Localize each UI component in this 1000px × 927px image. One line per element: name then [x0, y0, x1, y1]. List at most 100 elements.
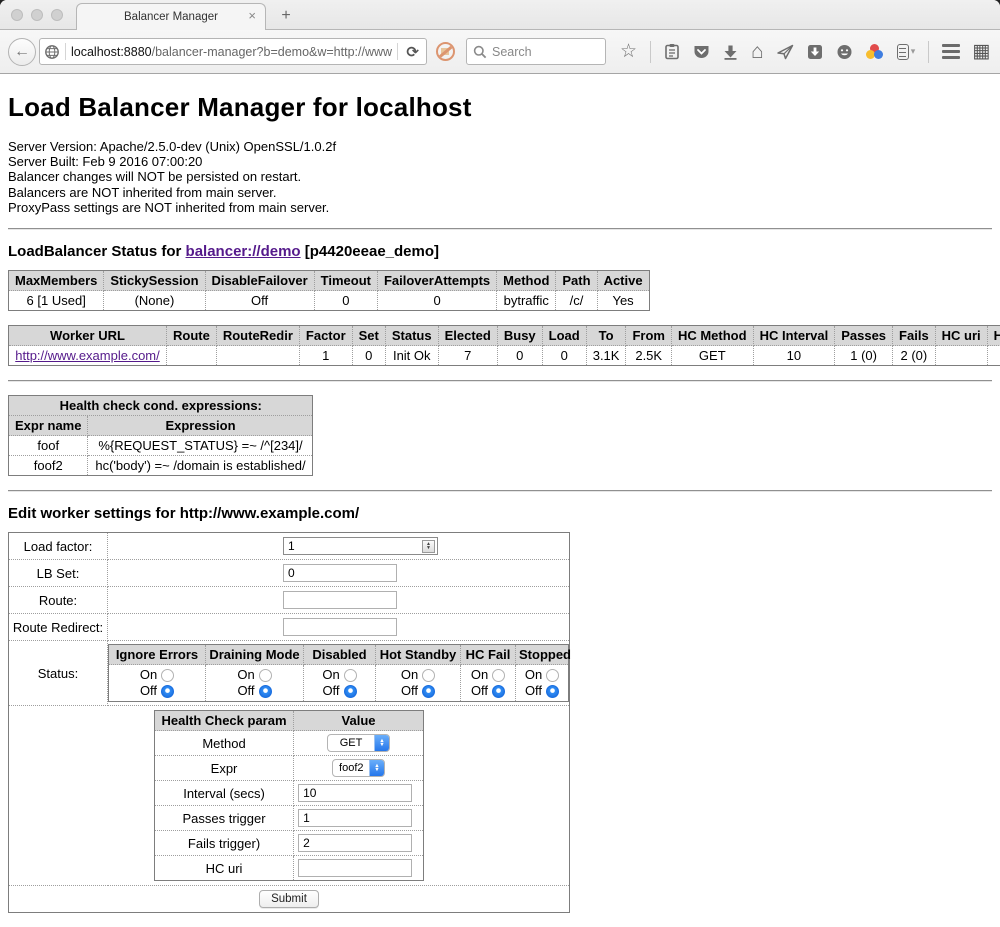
cell-timeout: 0	[314, 291, 377, 311]
lb-set-input[interactable]	[283, 564, 397, 582]
fails-input[interactable]	[298, 834, 412, 852]
cell-hc-uri	[935, 346, 987, 366]
ignore-errors-on-radio[interactable]	[161, 669, 174, 682]
site-identity-globe-icon[interactable]	[44, 44, 60, 60]
extension-download-icon[interactable]	[807, 44, 823, 60]
apps-grid-icon[interactable]: ▦	[972, 40, 990, 63]
browser-window: Balancer Manager × + ← localhost:8880/ba…	[0, 0, 1000, 927]
page-title: Load Balancer Manager for localhost	[8, 92, 992, 123]
balancer-demo-link[interactable]: balancer://demo	[186, 243, 301, 260]
draining-mode-on-radio[interactable]	[259, 669, 272, 682]
col-stickysession: StickySession	[104, 271, 205, 291]
tab-close-icon[interactable]: ×	[248, 9, 256, 22]
reload-icon[interactable]: ⟳	[403, 43, 422, 61]
window-controls[interactable]	[11, 9, 63, 21]
passes-input[interactable]	[298, 809, 412, 827]
off-label: Off	[471, 683, 488, 699]
chat-smiley-icon[interactable]	[836, 44, 853, 60]
status-label: Status:	[9, 641, 108, 706]
minimize-window-button[interactable]	[31, 9, 43, 21]
color-dots-extension-icon[interactable]	[866, 44, 884, 60]
hc-row-interval: Interval (secs)	[155, 781, 424, 806]
heading-suffix: [p4420eeae_demo]	[301, 243, 439, 260]
send-plane-icon[interactable]	[777, 44, 794, 60]
page-content: Load Balancer Manager for localhost Serv…	[0, 74, 1000, 927]
interval-input[interactable]	[298, 784, 412, 802]
number-spinner-icon[interactable]: ▲▼	[422, 540, 435, 553]
col-set: Set	[352, 326, 385, 346]
expr-select[interactable]: foof2▲▼	[332, 759, 385, 777]
cell-expr-name: foof	[9, 436, 88, 456]
cell-routeredir	[216, 346, 299, 366]
cell-set: 0	[352, 346, 385, 366]
on-label: On	[140, 667, 157, 683]
table-header-row: MaxMembers StickySession DisableFailover…	[9, 271, 650, 291]
col-hc-value: Value	[294, 711, 424, 731]
hcuri-label: HC uri	[155, 856, 294, 881]
url-bar[interactable]: localhost:8880/balancer-manager?b=demo&w…	[39, 38, 427, 65]
route-input[interactable]	[283, 591, 397, 609]
toolbar-divider	[650, 41, 651, 63]
ignore-errors-off-radio[interactable]	[161, 685, 174, 698]
hot-standby-on-radio[interactable]	[422, 669, 435, 682]
cell-passes: 1 (0)	[835, 346, 893, 366]
menu-icon[interactable]	[942, 44, 960, 59]
bookmark-star-icon[interactable]: ☆	[620, 43, 637, 60]
route-label: Route:	[9, 587, 108, 614]
table-title-row: Health check cond. expressions:	[9, 396, 313, 416]
route-redirect-input[interactable]	[283, 618, 397, 636]
hc-fail-on-radio[interactable]	[492, 669, 505, 682]
home-icon[interactable]: ⌂	[751, 43, 764, 61]
on-label: On	[322, 667, 339, 683]
search-bar[interactable]	[466, 38, 606, 65]
cell-fails: 2 (0)	[893, 346, 936, 366]
off-label: Off	[525, 683, 542, 699]
cell-stickysession: (None)	[104, 291, 205, 311]
status-radio-row: On Off On Off On Off	[109, 665, 569, 702]
load-factor-label: Load factor:	[9, 533, 108, 560]
stopped-off-radio[interactable]	[546, 685, 559, 698]
zoom-window-button[interactable]	[51, 9, 63, 21]
hc-fail-off-radio[interactable]	[492, 685, 505, 698]
navigation-toolbar: ← localhost:8880/balancer-manager?b=demo…	[0, 30, 1000, 74]
stopped-on-radio[interactable]	[546, 669, 559, 682]
on-label: On	[237, 667, 254, 683]
col-active: Active	[597, 271, 649, 291]
browser-tab[interactable]: Balancer Manager ×	[76, 3, 266, 30]
clipboard-icon[interactable]	[664, 43, 680, 60]
hc-row-passes: Passes trigger	[155, 806, 424, 831]
disabled-off-radio[interactable]	[344, 685, 357, 698]
hc-expr-title: Health check cond. expressions:	[9, 396, 313, 416]
worker-url-link[interactable]: http://www.example.com/	[15, 348, 160, 363]
method-select[interactable]: GET▲▼	[327, 734, 390, 752]
adblock-disabled-icon[interactable]	[436, 42, 455, 61]
col-hc-uri: HC uri	[935, 326, 987, 346]
divider	[8, 490, 992, 492]
cell-hc-interval: 10	[753, 346, 835, 366]
persist-notice-line: Balancer changes will NOT be persisted o…	[8, 169, 992, 184]
load-factor-input[interactable]	[283, 537, 438, 555]
server-built-line: Server Built: Feb 9 2016 07:00:20	[8, 154, 992, 169]
hcuri-input[interactable]	[298, 859, 412, 877]
pocket-icon[interactable]	[693, 44, 710, 60]
new-tab-button[interactable]: +	[272, 3, 300, 29]
submit-button[interactable]: Submit	[259, 890, 319, 908]
close-window-button[interactable]	[11, 9, 23, 21]
form-row-load-factor: Load factor: ▲▼	[9, 533, 570, 560]
download-icon[interactable]	[723, 44, 738, 60]
search-input[interactable]	[492, 45, 592, 59]
submit-cell: Submit	[9, 886, 570, 913]
chevron-down-icon: ▾	[911, 46, 916, 57]
battery-extension-icon[interactable]: ▾	[897, 44, 916, 60]
cell-expression: hc('body') =~ /domain is established/	[88, 456, 313, 476]
cell-method: bytraffic	[497, 291, 556, 311]
col-hc-param: Health Check param	[155, 711, 294, 731]
url-text[interactable]: localhost:8880/balancer-manager?b=demo&w…	[71, 45, 392, 59]
back-button[interactable]: ←	[8, 38, 36, 66]
disabled-on-radio[interactable]	[344, 669, 357, 682]
cell-hc-method: GET	[671, 346, 753, 366]
form-row-status: Status: Ignore Errors Draining Mode Disa…	[9, 641, 570, 706]
hot-standby-off-radio[interactable]	[422, 685, 435, 698]
draining-mode-off-radio[interactable]	[259, 685, 272, 698]
cell-to: 3.1K	[586, 346, 626, 366]
